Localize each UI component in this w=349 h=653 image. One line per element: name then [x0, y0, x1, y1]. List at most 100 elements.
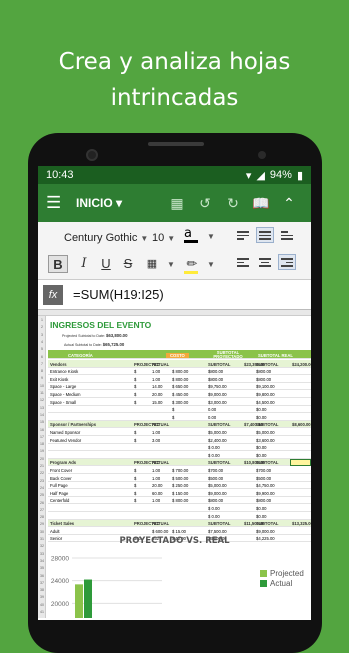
table-row[interactable]: Centerfold $1.00 $ 800.00 $800.00 $800.00	[48, 497, 311, 505]
table-row[interactable]: Half Page $60.00 $ 150.00 $9,000.00 $9,900.0…	[48, 489, 311, 497]
hamburger-menu-icon[interactable]: ☰	[46, 193, 76, 213]
font-name-select[interactable]: Century Gothic ▼	[64, 232, 148, 244]
table-row[interactable]: Full Page $20.00 $ 250.00 $5,000.00 $4,750.0…	[48, 482, 311, 490]
row-number[interactable]: 27	[38, 508, 46, 512]
save-icon[interactable]: ▦	[163, 195, 191, 212]
cell: 1.00	[152, 467, 161, 473]
italic-button[interactable]: I	[74, 255, 94, 273]
row-number[interactable]: 11	[38, 391, 46, 395]
row-number[interactable]: 25	[38, 493, 46, 497]
table-row[interactable]: $ 0.00 $0.00	[48, 444, 311, 452]
strikethrough-button[interactable]: S	[118, 255, 138, 273]
table-row[interactable]: $0.00 $0.00	[48, 413, 311, 421]
section-header-row[interactable]: Program Ads PROJECTED ACTUAL SUBTOTAL $10,80…	[48, 458, 311, 467]
table-row[interactable]: $ 0.00 $0.00	[48, 512, 311, 520]
borders-dropdown-icon[interactable]: ▼	[167, 260, 175, 269]
row-number[interactable]: 5	[38, 347, 46, 351]
row-number[interactable]: 8	[38, 369, 46, 373]
mode-label: INICIO	[76, 196, 113, 210]
table-row[interactable]: Exit Kiosk $1.00 $ 800.00 $800.00 $800.00	[48, 375, 311, 383]
cell: $2,400.00	[208, 437, 227, 443]
cell: $500.00	[256, 475, 272, 481]
section-header-row[interactable]: Sponsor / Partnerships PROJECTED ACTUAL SUB…	[48, 420, 311, 429]
row-number[interactable]: 12	[38, 398, 46, 402]
row-number[interactable]: 17	[38, 435, 46, 439]
font-size-select[interactable]: 10 ▼	[152, 232, 175, 244]
cell: Front Cover	[50, 467, 73, 473]
row-number[interactable]: 26	[38, 501, 46, 505]
phone-screen: 10:43 ▾ ◢ 94% ▮ ☰ INICIO ▾ ▦ ↺ ↻ 📖 ⌃ Cen…	[38, 166, 311, 620]
row-number[interactable]: 30	[38, 530, 46, 534]
align-middle-icon[interactable]	[256, 227, 274, 243]
row-number[interactable]: 24	[38, 486, 46, 490]
font-color-button[interactable]: a	[184, 226, 198, 243]
highlight-dropdown-icon[interactable]: ▼	[207, 260, 215, 269]
chevron-down-icon: ▾	[116, 196, 123, 210]
bar-chart[interactable]: 28000240002000016000ProjectedActual	[38, 546, 311, 618]
row-number[interactable]: 18	[38, 442, 46, 446]
row-number[interactable]: 9	[38, 376, 46, 380]
spreadsheet-grid[interactable]: 1 2 3 4 5 6 7 8 9 10 11 12 13 14 15 16 17 18 19 20 21 22 23 24 2…	[38, 310, 311, 618]
table-row[interactable]: Space - Small $15.00 $ 300.00 $3,000.00 $4,5…	[48, 398, 311, 406]
cell: SUBTOTAL	[256, 422, 279, 428]
table-row[interactable]: Entrance Kiosk $1.00 $ 800.00 $800.00 $800.0…	[48, 368, 311, 376]
table-row[interactable]: $0.00 $0.00	[48, 406, 311, 414]
table-row[interactable]: $ 0.00 $0.00	[48, 451, 311, 459]
row-number[interactable]: 16	[38, 428, 46, 432]
row-number[interactable]: 7	[38, 362, 46, 366]
row-number[interactable]: 20	[38, 457, 46, 461]
section-header-row[interactable]: Vendors PROJECTED ACTUAL SUBTOTAL $23,350.00…	[48, 360, 311, 368]
mode-dropdown[interactable]: INICIO ▾	[76, 196, 163, 210]
row-number[interactable]: 2	[38, 325, 46, 329]
underline-button[interactable]: U	[96, 255, 116, 273]
align-bottom-icon[interactable]	[278, 227, 296, 243]
font-color-dropdown-icon[interactable]: ▼	[207, 232, 215, 241]
align-right-icon[interactable]	[278, 254, 296, 270]
font-color-glyph: a	[184, 226, 192, 241]
row-number[interactable]: 6	[38, 355, 46, 359]
row-number[interactable]: 28	[38, 515, 46, 519]
table-row[interactable]: Adult $ 600.00 $ 15.00 $7,500.00 $9,000.00	[48, 527, 311, 535]
table-row[interactable]: Space - Medium $20.00 $ 450.00 $9,000.00 $9,…	[48, 390, 311, 398]
row-number[interactable]: 14	[38, 413, 46, 417]
redo-icon[interactable]: ↻	[219, 195, 247, 212]
row-number[interactable]: 4	[38, 340, 46, 344]
bar-projected[interactable]	[75, 584, 83, 618]
align-left-icon[interactable]	[234, 254, 252, 270]
undo-icon[interactable]: ↺	[191, 195, 219, 212]
bold-button[interactable]: B	[48, 255, 68, 273]
row-number[interactable]: 29	[38, 522, 46, 526]
row-number[interactable]: 3	[38, 333, 46, 337]
table-row[interactable]: Front Cover $1.00 $ 700.00 $700.00 $700.00	[48, 466, 311, 474]
headline-line-1: Crea y analiza hojas	[58, 49, 291, 75]
cell: $4,750.00	[256, 483, 275, 489]
align-top-icon[interactable]	[234, 227, 252, 243]
row-number[interactable]: 13	[38, 406, 46, 410]
cell: SUBTOTAL	[256, 361, 279, 367]
align-center-icon[interactable]	[256, 254, 274, 270]
actual-subtotal-line: Actual Subtotal to Date: $65,725.00	[64, 342, 124, 347]
book-icon[interactable]: 📖	[247, 195, 275, 212]
bar-actual[interactable]	[84, 579, 92, 618]
table-row[interactable]: $ 0.00 $0.00	[48, 504, 311, 512]
row-number[interactable]: 22	[38, 471, 46, 475]
cell: $	[134, 437, 137, 443]
table-row[interactable]: Featured Vendor $3.00 $2,400.00 $3,600.00	[48, 436, 311, 444]
formula-input[interactable]: =SUM(H19:I25)	[73, 287, 164, 302]
row-number[interactable]: 10	[38, 384, 46, 388]
row-number[interactable]: 15	[38, 420, 46, 424]
row-number[interactable]: 19	[38, 449, 46, 453]
row-number[interactable]: 1	[38, 318, 46, 322]
row-number[interactable]: 21	[38, 464, 46, 468]
table-row[interactable]: Back Cover $1.00 $ 500.00 $500.00 $500.00	[48, 474, 311, 482]
selected-cell[interactable]	[290, 458, 311, 466]
table-row[interactable]: Named Sponsor $1.00 $5,000.00 $5,000.00	[48, 428, 311, 436]
section-header-row[interactable]: Ticket Sales PROJECTED ACTUAL SUBTOTAL $11,5…	[48, 519, 311, 528]
cell: ACTUAL	[152, 361, 170, 367]
collapse-chevron-up-icon[interactable]: ⌃	[275, 195, 303, 212]
function-icon[interactable]: fx	[43, 284, 63, 305]
table-row[interactable]: Space - Large $14.00 $ 650.00 $9,750.00 $9,1…	[48, 383, 311, 391]
row-number[interactable]: 23	[38, 479, 46, 483]
cell: $800.00	[256, 376, 272, 382]
borders-icon[interactable]: ▦	[142, 255, 162, 273]
